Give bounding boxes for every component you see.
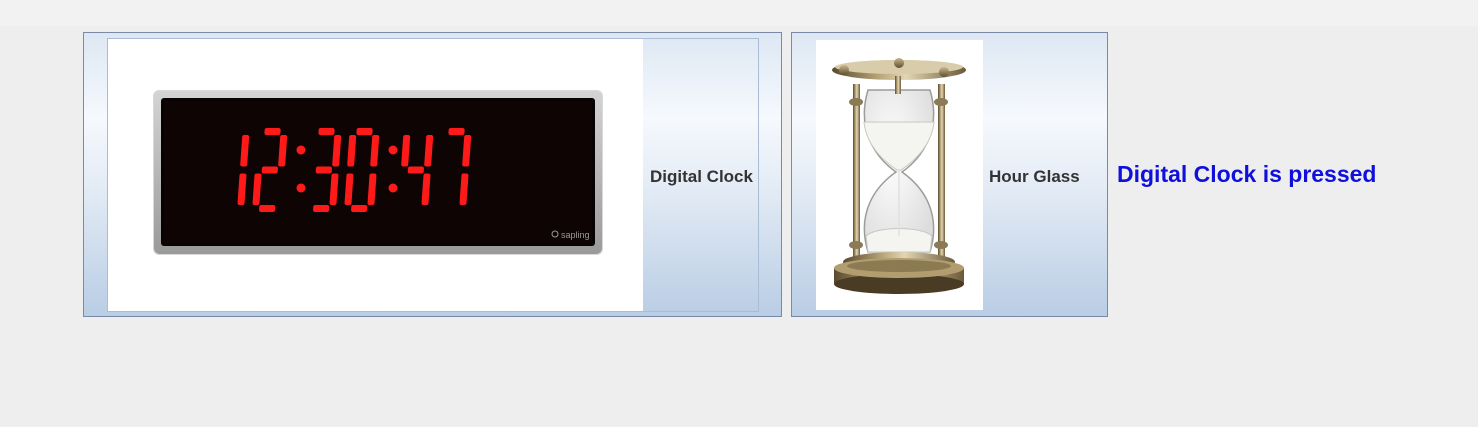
clock-colon-dot <box>388 183 398 193</box>
clock-brand-label: sapling <box>561 230 590 240</box>
clock-segment <box>261 166 278 174</box>
window-top-strip <box>0 0 1478 26</box>
clock-colon-dot <box>388 145 398 155</box>
digital-clock-button[interactable]: sapling Digital Clock <box>83 32 782 317</box>
clock-segment <box>313 205 330 212</box>
clock-segment <box>259 205 276 212</box>
clock-segment <box>264 128 281 135</box>
hourglass-button-label: Hour Glass <box>989 167 1080 186</box>
clock-segment <box>351 205 368 212</box>
status-label: Digital Clock is pressed <box>1117 161 1377 187</box>
clock-segment <box>356 128 373 135</box>
hourglass-icon <box>816 40 983 310</box>
clock-colon-dot <box>296 145 306 155</box>
digital-clock-icon: sapling <box>108 39 643 311</box>
clock-segment <box>448 128 465 135</box>
digital-clock-button-label: Digital Clock <box>650 167 753 186</box>
clock-segment <box>318 128 335 135</box>
clock-segment <box>315 166 332 174</box>
clock-colon-dot <box>296 183 306 193</box>
hourglass-button[interactable]: Hour Glass <box>791 32 1108 317</box>
clock-segment <box>407 166 424 174</box>
